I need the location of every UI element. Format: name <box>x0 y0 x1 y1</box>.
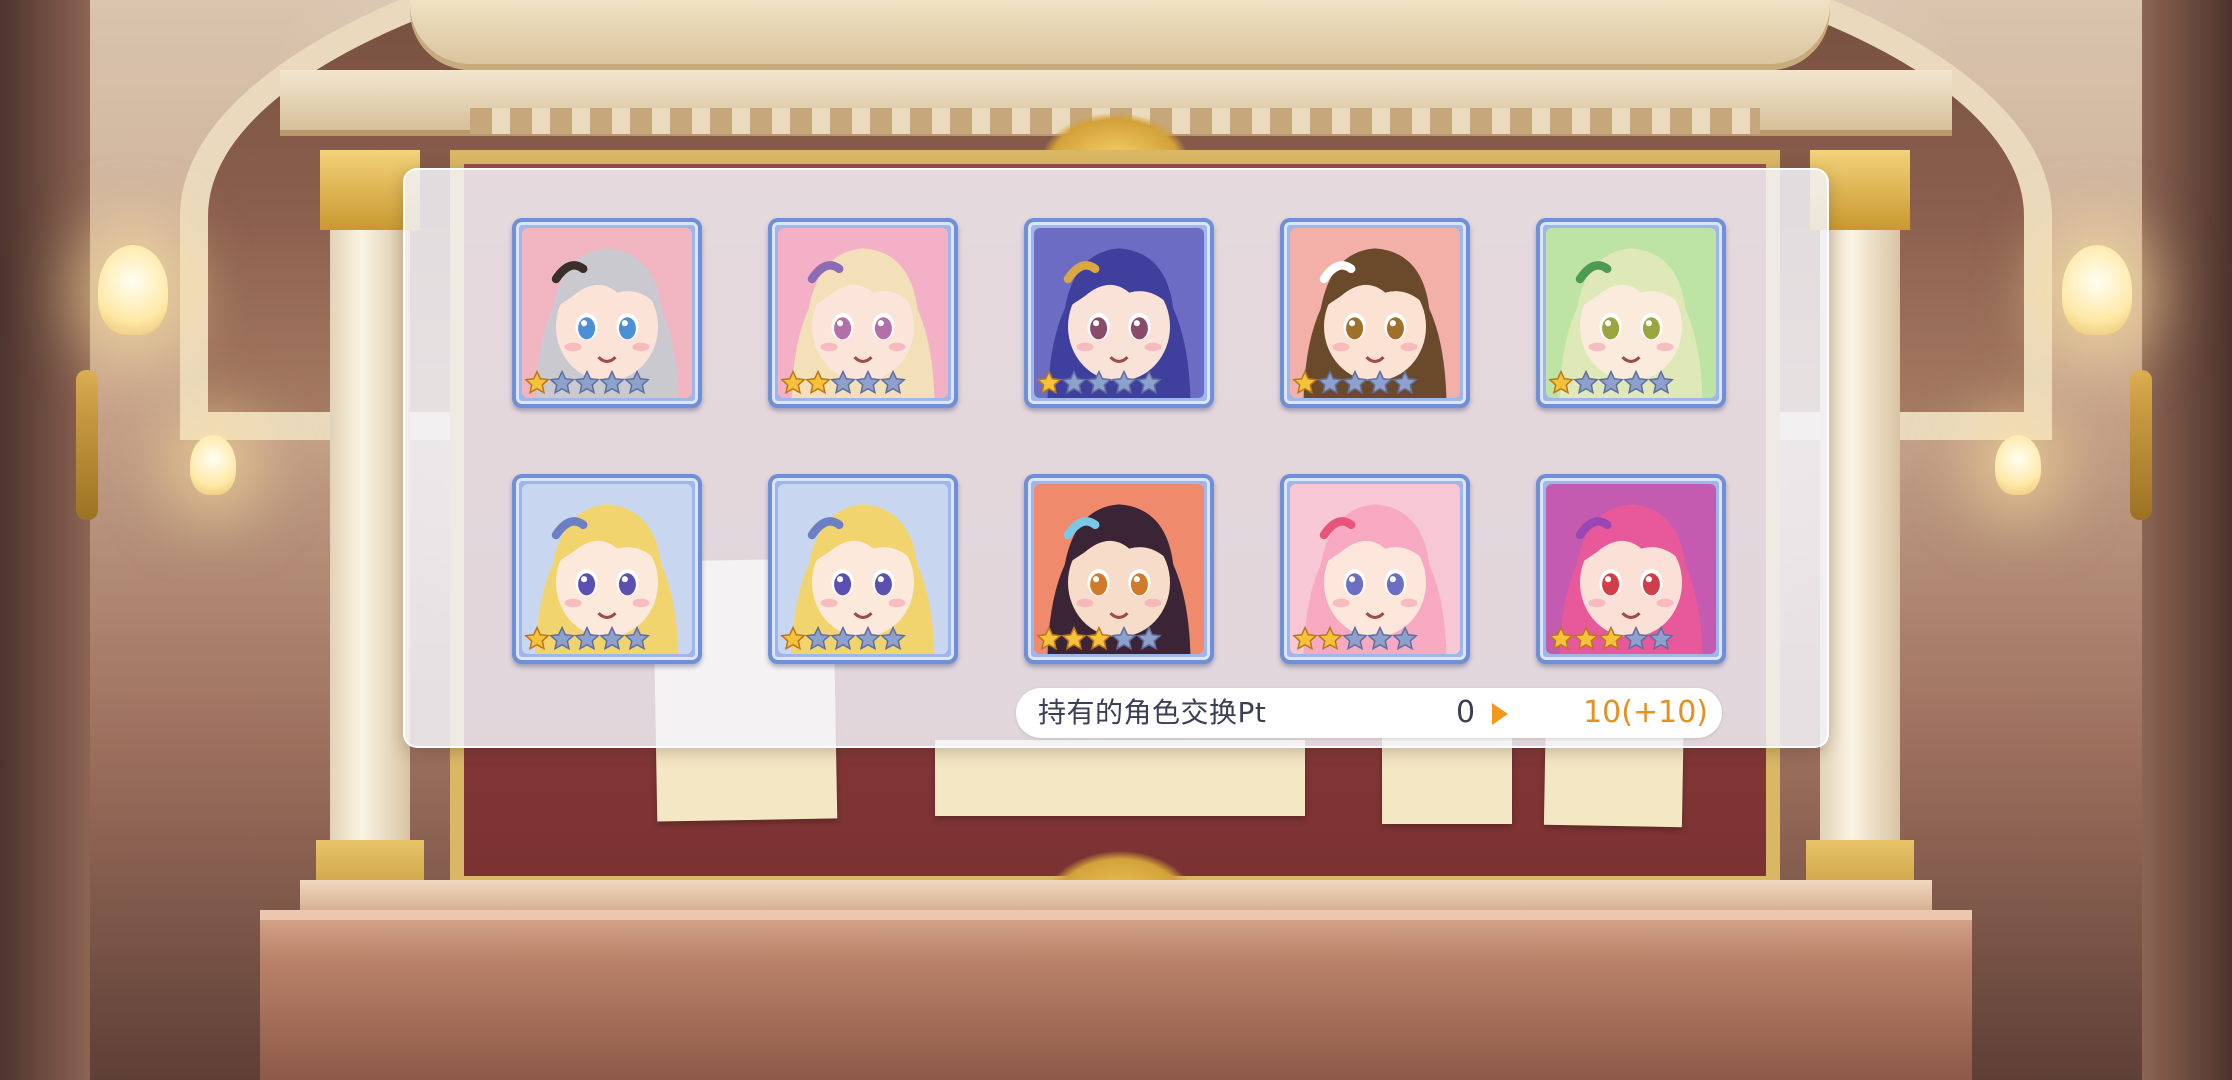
notice-paper <box>935 740 1305 816</box>
star-empty-icon <box>855 626 881 651</box>
star-filled-icon <box>1061 626 1087 651</box>
star-empty-icon <box>1342 626 1368 651</box>
wall-lamp-left-small <box>190 435 236 495</box>
character-card[interactable] <box>1024 218 1214 408</box>
star-empty-icon <box>830 370 856 395</box>
star-empty-icon <box>624 626 650 651</box>
star-filled-icon <box>524 370 550 395</box>
exchange-points-label: 持有的角色交换Pt <box>1038 696 1267 729</box>
character-card[interactable] <box>512 474 702 664</box>
left-pillar <box>316 150 424 930</box>
star-empty-icon <box>1086 370 1112 395</box>
character-card[interactable] <box>768 474 958 664</box>
character-grid <box>512 218 1742 668</box>
star-empty-icon <box>574 370 600 395</box>
star-filled-icon <box>1086 626 1112 651</box>
star-empty-icon <box>855 370 881 395</box>
character-card[interactable] <box>1280 474 1470 664</box>
exchange-points-after: 10(+10) <box>1583 695 1708 730</box>
counter <box>260 910 1972 1080</box>
character-card[interactable] <box>1024 474 1214 664</box>
star-empty-icon <box>624 370 650 395</box>
lamp-bracket <box>76 370 98 520</box>
star-empty-icon <box>1111 370 1137 395</box>
star-empty-icon <box>1342 370 1368 395</box>
star-empty-icon <box>549 370 575 395</box>
star-empty-icon <box>1367 626 1393 651</box>
star-filled-icon <box>1292 626 1318 651</box>
star-empty-icon <box>1136 370 1162 395</box>
star-empty-icon <box>1648 626 1674 651</box>
star-empty-icon <box>1392 626 1418 651</box>
wall-lamp-left <box>98 245 168 335</box>
star-rating <box>780 624 906 654</box>
ceiling-ornament <box>410 0 1830 70</box>
star-empty-icon <box>1367 370 1393 395</box>
star-filled-icon <box>1598 626 1624 651</box>
star-filled-icon <box>1573 626 1599 651</box>
star-rating <box>780 368 906 398</box>
star-empty-icon <box>880 370 906 395</box>
wall-lamp-right <box>2062 245 2132 335</box>
star-empty-icon <box>805 626 831 651</box>
star-empty-icon <box>1598 370 1624 395</box>
star-empty-icon <box>549 626 575 651</box>
star-filled-icon <box>1036 370 1062 395</box>
star-filled-icon <box>1292 370 1318 395</box>
star-filled-icon <box>1548 370 1574 395</box>
star-filled-icon <box>780 370 806 395</box>
star-empty-icon <box>1136 626 1162 651</box>
star-rating <box>1548 368 1674 398</box>
lamp-bracket <box>2130 370 2152 520</box>
star-empty-icon <box>599 370 625 395</box>
star-rating <box>1036 368 1162 398</box>
star-empty-icon <box>1111 626 1137 651</box>
left-wall-shadow <box>0 0 90 1080</box>
star-empty-icon <box>1623 370 1649 395</box>
star-rating <box>1548 624 1674 654</box>
star-rating <box>524 368 650 398</box>
character-card[interactable] <box>1280 218 1470 408</box>
character-card[interactable] <box>768 218 958 408</box>
star-empty-icon <box>1573 370 1599 395</box>
star-filled-icon <box>1548 626 1574 651</box>
right-pillar <box>1806 150 1914 930</box>
star-empty-icon <box>574 626 600 651</box>
star-rating <box>1292 624 1418 654</box>
wall-lamp-right-small <box>1995 435 2041 495</box>
star-empty-icon <box>1392 370 1418 395</box>
arrow-right-icon <box>1492 703 1508 725</box>
exchange-points-current: 0 <box>1456 695 1476 730</box>
star-rating <box>1036 624 1162 654</box>
star-empty-icon <box>1623 626 1649 651</box>
exchange-points-bar: 持有的角色交换Pt 0 10(+10) <box>1016 688 1722 738</box>
character-exchange-panel: 持有的角色交换Pt 0 10(+10) <box>403 168 1829 748</box>
star-empty-icon <box>1648 370 1674 395</box>
star-filled-icon <box>805 370 831 395</box>
star-empty-icon <box>880 626 906 651</box>
star-filled-icon <box>1036 626 1062 651</box>
character-card[interactable] <box>1536 474 1726 664</box>
star-filled-icon <box>780 626 806 651</box>
star-empty-icon <box>830 626 856 651</box>
character-card[interactable] <box>1536 218 1726 408</box>
star-filled-icon <box>524 626 550 651</box>
star-empty-icon <box>1061 370 1087 395</box>
right-wall-shadow <box>2142 0 2232 1080</box>
star-empty-icon <box>599 626 625 651</box>
star-filled-icon <box>1317 626 1343 651</box>
star-rating <box>1292 368 1418 398</box>
star-empty-icon <box>1317 370 1343 395</box>
star-rating <box>524 624 650 654</box>
character-card[interactable] <box>512 218 702 408</box>
